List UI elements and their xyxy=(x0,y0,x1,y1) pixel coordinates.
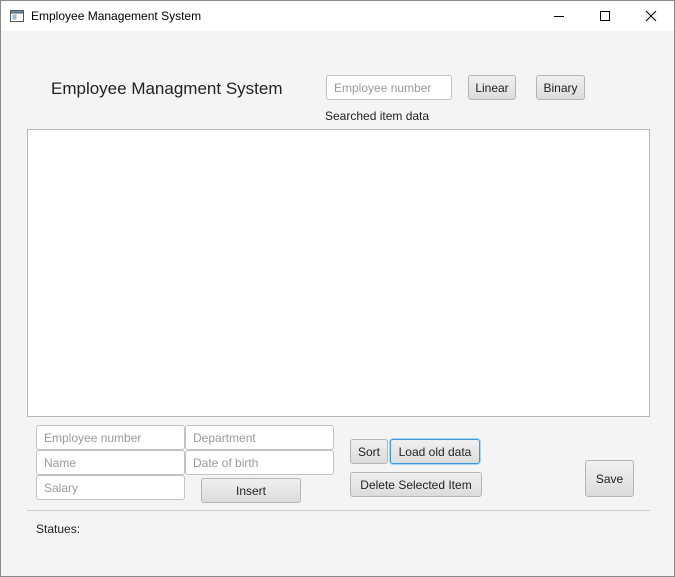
searched-item-label: Searched item data xyxy=(325,109,430,123)
maximize-icon xyxy=(600,11,610,21)
sort-button[interactable]: Sort xyxy=(350,439,388,464)
close-button[interactable] xyxy=(628,1,674,31)
save-button[interactable]: Save xyxy=(585,460,634,497)
close-icon xyxy=(645,10,657,22)
minimize-icon xyxy=(554,16,564,17)
load-old-data-button[interactable]: Load old data xyxy=(390,439,480,464)
delete-selected-item-button[interactable]: Delete Selected Item xyxy=(350,472,482,497)
maximize-button[interactable] xyxy=(582,1,628,31)
insert-button[interactable]: Insert xyxy=(201,478,301,503)
salary-field[interactable] xyxy=(36,475,185,500)
title-bar: Employee Management System xyxy=(1,1,674,31)
minimize-button[interactable] xyxy=(536,1,582,31)
search-employee-number-input[interactable] xyxy=(326,75,452,100)
employee-list[interactable] xyxy=(27,129,650,417)
date-of-birth-field[interactable] xyxy=(185,450,334,475)
app-window-icon xyxy=(10,10,24,22)
department-field[interactable] xyxy=(185,425,334,450)
employee-number-field[interactable] xyxy=(36,425,185,450)
app-window: Employee Management System Employee Mana… xyxy=(0,0,675,577)
status-separator xyxy=(27,510,650,511)
window-title: Employee Management System xyxy=(31,9,202,23)
binary-search-button[interactable]: Binary xyxy=(536,75,585,100)
status-label: Statues: xyxy=(36,522,81,536)
linear-search-button[interactable]: Linear xyxy=(468,75,516,100)
page-heading: Employee Managment System xyxy=(51,79,283,98)
name-field[interactable] xyxy=(36,450,185,475)
